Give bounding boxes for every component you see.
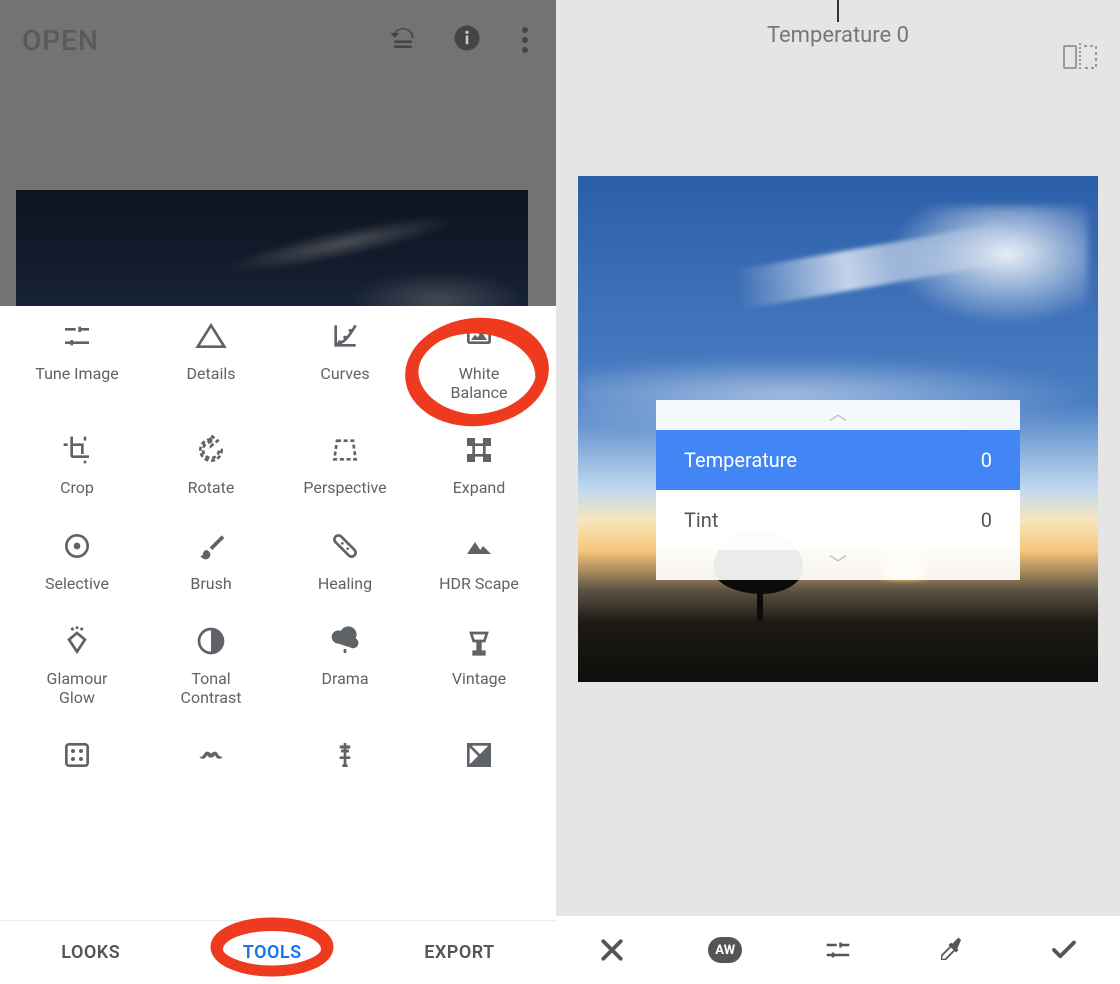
chevron-down-icon: ﹀ — [656, 550, 1020, 580]
left-screen: OPEN Tune Image Details — [0, 0, 556, 984]
color-picker-button[interactable] — [934, 933, 968, 967]
guitar-icon — [327, 737, 363, 773]
perspective-icon — [327, 432, 363, 468]
tool-label: Brush — [190, 574, 231, 593]
mountains-icon — [461, 528, 497, 564]
white-balance-icon: B — [461, 318, 497, 354]
dice-icon — [59, 737, 95, 773]
apply-button[interactable] — [1047, 933, 1081, 967]
parameter-selector[interactable]: ︿ Temperature 0 Tint 0 ﹀ — [656, 400, 1020, 580]
tool-more-3[interactable] — [278, 737, 412, 783]
tool-selective[interactable]: Selective — [10, 528, 144, 593]
tool-healing[interactable]: Healing — [278, 528, 412, 593]
tool-rotate[interactable]: Rotate — [144, 432, 278, 497]
tab-tools[interactable]: TOOLS — [243, 942, 302, 963]
tool-vintage[interactable]: Vintage — [412, 623, 546, 707]
info-icon[interactable] — [452, 23, 482, 57]
tool-label: Tonal Contrast — [181, 669, 242, 707]
curves-icon — [327, 318, 363, 354]
tools-panel: Tune Image Details Curves B White Balanc… — [0, 306, 556, 920]
chevron-up-icon: ︿ — [656, 400, 1020, 430]
tool-label: Expand — [453, 478, 506, 497]
tool-label: Curves — [320, 364, 369, 383]
tool-label: White Balance — [451, 364, 508, 402]
tool-crop[interactable]: Crop — [10, 432, 144, 497]
tool-label: Drama — [321, 669, 368, 688]
target-icon — [59, 528, 95, 564]
tool-label: Perspective — [303, 478, 386, 497]
tool-hdr-scape[interactable]: HDR Scape — [412, 528, 546, 593]
cloud-rain-icon — [327, 623, 363, 659]
diamond-shine-icon — [59, 623, 95, 659]
tool-drama[interactable]: Drama — [278, 623, 412, 707]
tool-tonal-contrast[interactable]: Tonal Contrast — [144, 623, 278, 707]
open-button[interactable]: OPEN — [22, 24, 99, 57]
more-menu-icon[interactable] — [516, 23, 534, 57]
expand-icon — [461, 432, 497, 468]
param-label: Temperature — [684, 448, 797, 472]
tool-label: Crop — [60, 478, 94, 497]
tool-label: Vintage — [452, 669, 506, 688]
tool-label: Details — [187, 364, 236, 383]
sliders-icon — [59, 318, 95, 354]
auto-white-balance-button[interactable]: AW — [708, 933, 742, 967]
contrast-icon — [193, 623, 229, 659]
tool-glamour-glow[interactable]: Glamour Glow — [10, 623, 144, 707]
adjust-button[interactable] — [821, 933, 855, 967]
tab-export[interactable]: EXPORT — [424, 942, 494, 963]
tool-white-balance[interactable]: B White Balance — [412, 318, 546, 402]
param-temperature[interactable]: Temperature 0 — [656, 430, 1020, 490]
tool-expand[interactable]: Expand — [412, 432, 546, 497]
bandage-icon — [327, 528, 363, 564]
compare-icon[interactable] — [1062, 43, 1098, 71]
tool-curves[interactable]: Curves — [278, 318, 412, 402]
cancel-button[interactable] — [595, 933, 629, 967]
crop-icon — [59, 432, 95, 468]
tool-tune-image[interactable]: Tune Image — [10, 318, 144, 402]
tool-brush[interactable]: Brush — [144, 528, 278, 593]
right-header: Temperature 0 — [556, 0, 1120, 70]
param-value: 0 — [981, 448, 992, 472]
tool-label: Tune Image — [35, 364, 118, 383]
tool-perspective[interactable]: Perspective — [278, 432, 412, 497]
tool-label: Selective — [45, 574, 109, 593]
tool-details[interactable]: Details — [144, 318, 278, 402]
right-toolbar: AW — [556, 916, 1120, 984]
param-label: Tint — [684, 508, 718, 532]
tab-looks[interactable]: LOOKS — [61, 942, 120, 963]
lamp-icon — [461, 623, 497, 659]
parameter-readout: Temperature 0 — [767, 23, 909, 48]
param-tint[interactable]: Tint 0 — [656, 490, 1020, 550]
bottom-tabs: LOOKS TOOLS EXPORT — [0, 920, 556, 984]
tool-more-2[interactable] — [144, 737, 278, 783]
tool-label: Glamour Glow — [47, 669, 108, 707]
tool-more-4[interactable] — [412, 737, 546, 783]
right-screen: Temperature 0 ︿ Temperature 0 Tint 0 ﹀ — [556, 0, 1120, 984]
tool-more-1[interactable] — [10, 737, 144, 783]
tool-label: HDR Scape — [439, 574, 519, 593]
left-header: OPEN — [0, 0, 556, 80]
brush-icon — [193, 528, 229, 564]
tool-label: Rotate — [188, 478, 235, 497]
rotate-icon — [193, 432, 229, 468]
param-value: 0 — [981, 508, 992, 532]
undo-stack-icon[interactable] — [388, 23, 418, 57]
triangle-icon — [193, 318, 229, 354]
tool-label: Healing — [318, 574, 372, 593]
split-square-icon — [461, 737, 497, 773]
mustache-icon — [193, 737, 229, 773]
